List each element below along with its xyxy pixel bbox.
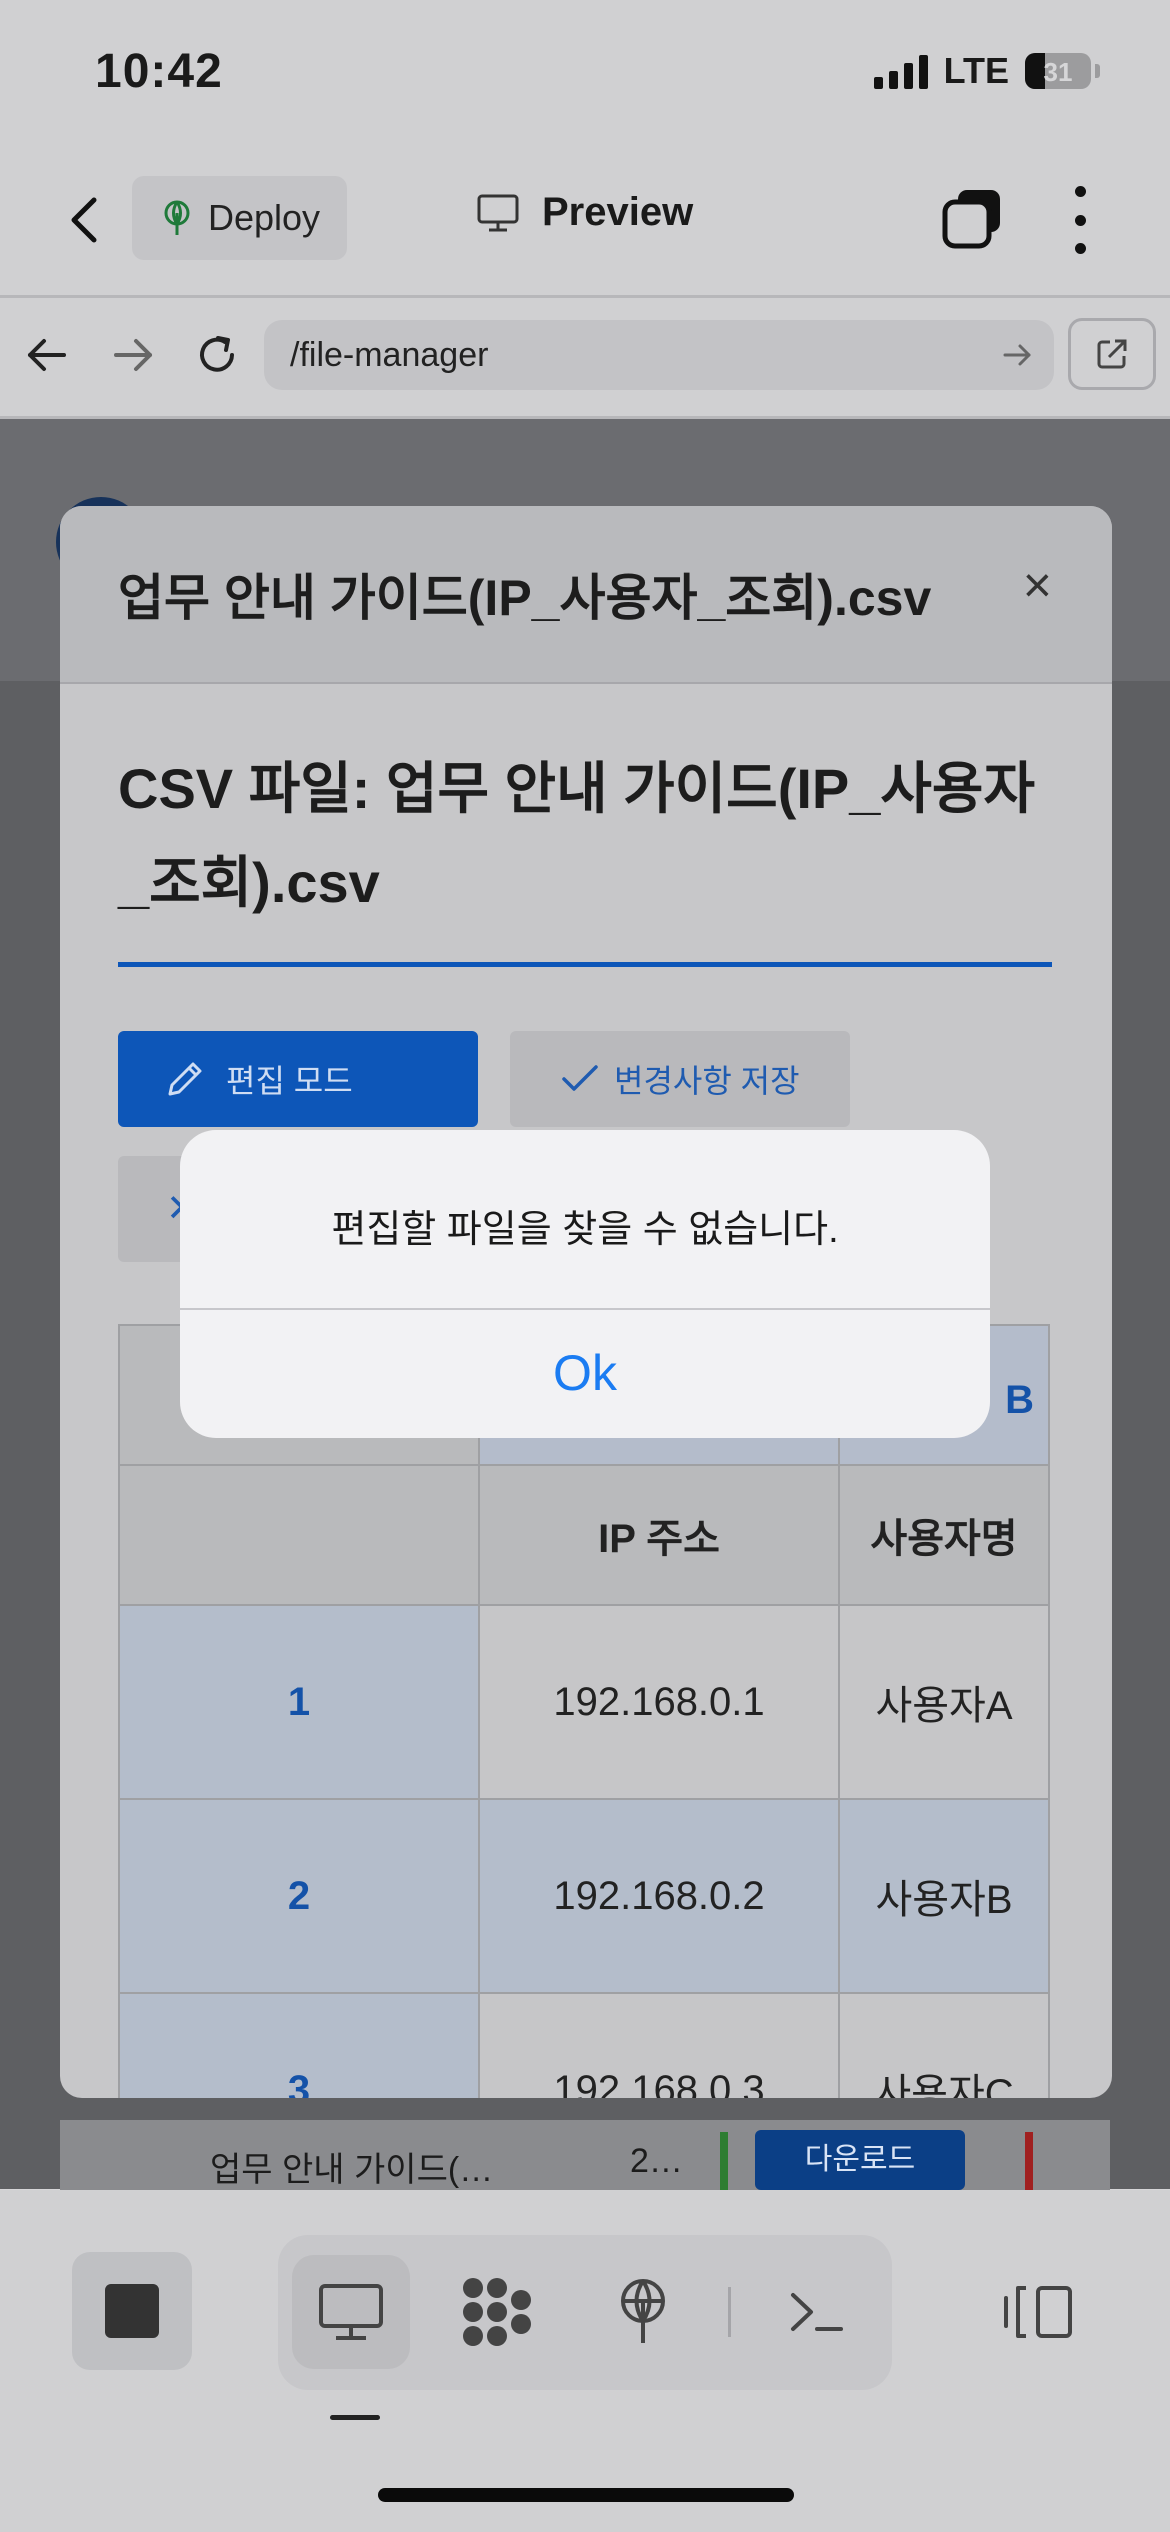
- edit-mode-button[interactable]: 편집 모드: [118, 1031, 478, 1127]
- back-chevron-icon[interactable]: [60, 190, 110, 250]
- deploy-icon: [164, 200, 190, 235]
- forward-arrow-icon[interactable]: [108, 330, 158, 380]
- toolbar-divider: [728, 2287, 731, 2337]
- alert-message: 편집할 파일을 찾을 수 없습니다.: [331, 1209, 839, 1251]
- active-tab-indicator: [330, 2415, 380, 2420]
- title-underline: [118, 962, 1052, 967]
- close-icon[interactable]: ×: [1023, 556, 1052, 614]
- preview-title: Preview: [476, 190, 693, 235]
- url-field[interactable]: /file-manager: [264, 320, 1054, 390]
- desktop-view-button[interactable]: [292, 2255, 410, 2369]
- edit-mode-label: 편집 모드: [226, 1063, 353, 1099]
- apps-view-button[interactable]: [438, 2255, 556, 2369]
- pencil-icon: [168, 1062, 202, 1096]
- table-cell[interactable]: 사용자B: [838, 1798, 1050, 1994]
- file-list-row: 업무 안내 가이드(… 2… 다운로드: [60, 2120, 1110, 2190]
- home-indicator: [378, 2488, 794, 2502]
- battery-icon: 31: [1025, 53, 1091, 89]
- page-title: Preview: [542, 190, 694, 234]
- status-indicators: LTE 31: [873, 50, 1100, 92]
- panel-icon[interactable]: [1000, 2282, 1076, 2342]
- stop-icon: [105, 2284, 159, 2338]
- table-cell[interactable]: 사용자C: [838, 1992, 1050, 2098]
- back-arrow-icon[interactable]: [22, 330, 72, 380]
- download-button[interactable]: 다운로드: [755, 2130, 965, 2190]
- table-cell[interactable]: 사용자A: [838, 1604, 1050, 1800]
- file-size: 2…: [630, 2142, 683, 2180]
- tabs-icon[interactable]: [940, 186, 1004, 250]
- desktop-icon: [477, 194, 519, 231]
- apps-icon: [463, 2278, 531, 2346]
- view-switcher: [278, 2235, 892, 2390]
- desktop-icon: [319, 2284, 383, 2340]
- status-bar: 10:42 LTE 31: [0, 0, 1170, 150]
- column-letter: B: [1005, 1378, 1034, 1422]
- bottom-toolbar: [0, 2190, 1170, 2532]
- alert-dialog: 편집할 파일을 찾을 수 없습니다. Ok: [180, 1130, 990, 1438]
- file-name: 업무 안내 가이드(…: [210, 2151, 494, 2189]
- table-cell[interactable]: 192.168.0.1: [478, 1604, 840, 1800]
- row-header-blank: [118, 1464, 480, 1606]
- table-header: IP 주소: [478, 1464, 840, 1606]
- deploy-view-button[interactable]: [584, 2255, 702, 2369]
- external-link-icon: [1097, 339, 1127, 369]
- stop-button[interactable]: [72, 2252, 192, 2370]
- more-menu-icon[interactable]: [1070, 186, 1090, 254]
- modal-header: 업무 안내 가이드(IP_사용자_조회).csv ×: [60, 506, 1112, 684]
- deploy-label: Deploy: [208, 197, 321, 238]
- battery-level: 31: [1043, 57, 1073, 87]
- clock: 10:42: [95, 45, 223, 98]
- url-text: /file-manager: [290, 335, 489, 374]
- deploy-button[interactable]: Deploy: [132, 176, 347, 260]
- row-number[interactable]: 2: [118, 1798, 480, 1994]
- check-icon: [562, 1065, 598, 1091]
- go-arrow-icon[interactable]: [1002, 340, 1032, 370]
- terminal-view-button[interactable]: [758, 2255, 876, 2369]
- table-header: 사용자명: [838, 1464, 1050, 1606]
- table-cell[interactable]: 192.168.0.2: [478, 1798, 840, 1994]
- open-external-button[interactable]: [1068, 318, 1156, 390]
- row-number[interactable]: 1: [118, 1604, 480, 1800]
- battery-tip: [1095, 64, 1100, 78]
- csv-title: CSV 파일: 업무 안내 가이드(IP_사용자_조회).csv: [118, 757, 1035, 914]
- status-stripe-red: [1025, 2132, 1033, 2190]
- row-number[interactable]: 3: [118, 1992, 480, 2098]
- network-type: LTE: [943, 50, 1009, 91]
- save-changes-button[interactable]: 변경사항 저장: [510, 1031, 850, 1127]
- app-bar: Deploy Preview: [0, 150, 1170, 298]
- table-cell[interactable]: 192.168.0.3: [478, 1992, 840, 2098]
- status-stripe-green: [720, 2132, 728, 2190]
- terminal-icon: [791, 2293, 843, 2331]
- save-changes-label: 변경사항 저장: [614, 1063, 800, 1099]
- modal-title: 업무 안내 가이드(IP_사용자_조회).csv: [118, 570, 932, 626]
- reload-icon[interactable]: [192, 330, 242, 380]
- signal-icon: [873, 53, 928, 89]
- browser-bar: /file-manager: [0, 298, 1170, 419]
- deploy-icon: [621, 2279, 665, 2343]
- ok-button[interactable]: Ok: [180, 1308, 990, 1438]
